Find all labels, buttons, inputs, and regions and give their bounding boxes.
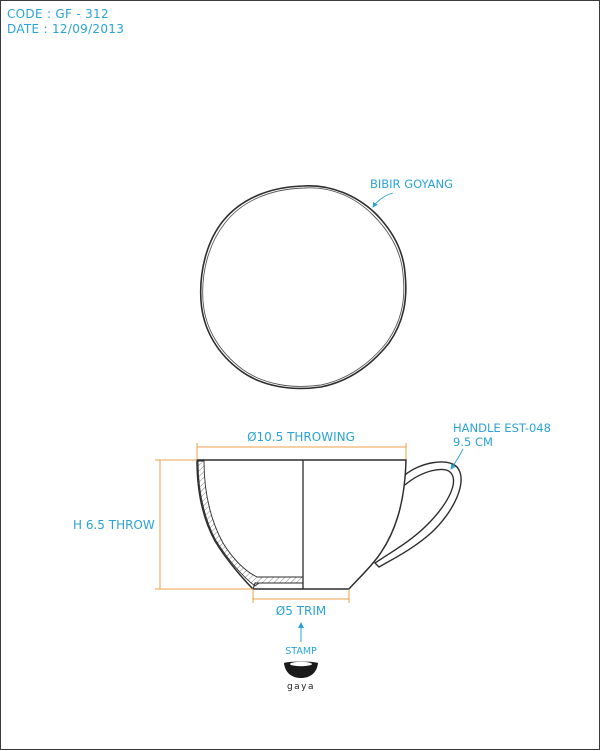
stamp-label: STAMP <box>285 646 317 657</box>
rim-label: BIBIR GOYANG <box>370 177 453 191</box>
drawing-sheet: CODE : GF - 312 DATE : 12/09/2013 BIBIR … <box>0 0 600 750</box>
rim-leader <box>372 192 394 208</box>
height-label: H 6.5 THROW <box>73 518 155 532</box>
diameter-label: Ø10.5 THROWING <box>247 430 355 444</box>
handle-label-line2: 9.5 CM <box>453 435 493 449</box>
cup-outer-profile <box>196 459 407 590</box>
logo-text: gaya <box>287 682 315 692</box>
cup-handle <box>373 461 462 568</box>
cup-section-hatch <box>197 460 304 587</box>
technical-drawing: BIBIR GOYANG Ø10.5 THROWING HANDLE EST-0… <box>73 177 551 692</box>
foot-label: Ø5 TRIM <box>276 604 326 618</box>
handle-label-line1: HANDLE EST-048 <box>453 421 551 435</box>
gaya-logo: gaya <box>284 661 318 692</box>
handle-leader <box>450 448 464 470</box>
